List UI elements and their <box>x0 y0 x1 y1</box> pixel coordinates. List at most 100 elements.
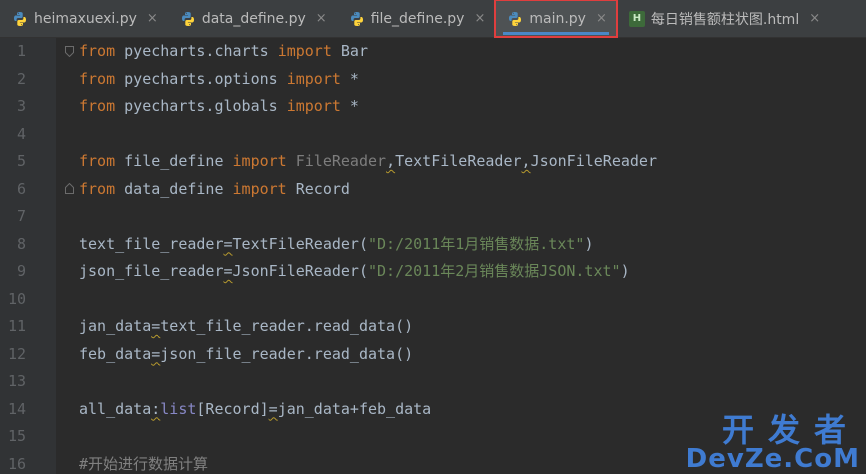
tab-label: file_define.py <box>370 10 465 27</box>
line-number: 5 <box>16 152 26 170</box>
code-line-6: from data_define import Record <box>79 176 350 204</box>
code-line-1: from pyecharts.charts import Bar <box>79 38 368 66</box>
python-file-icon <box>350 11 363 26</box>
expression: jan_data+feb_data <box>277 399 432 418</box>
line-number: 15 <box>7 427 26 445</box>
keyword: import <box>286 69 341 88</box>
close-icon[interactable]: × <box>809 11 820 26</box>
tab-main-active[interactable]: main.py × <box>494 0 618 38</box>
variable-name: feb_data <box>79 344 152 363</box>
tab-data-define[interactable]: data_define.py × <box>168 0 337 37</box>
line-number: 8 <box>16 234 26 253</box>
tab-label: heimaxuexi.py <box>34 10 137 27</box>
tab-label: data_define.py <box>201 10 306 27</box>
tab-file-define[interactable]: file_define.py × <box>337 0 496 37</box>
line-number: 13 <box>7 372 26 390</box>
tab-heimaxuexi[interactable]: heimaxuexi.py × <box>0 0 168 37</box>
paren: ) <box>584 234 594 253</box>
close-icon[interactable]: × <box>147 11 158 26</box>
fold-start-icon[interactable] <box>65 46 74 57</box>
line-number: 9 <box>16 262 26 280</box>
imported-name: * <box>340 69 359 88</box>
comma-warning: , <box>521 152 531 170</box>
line-number: 12 <box>7 344 26 363</box>
call-expression: TextFileReader( <box>232 234 368 253</box>
module-name: pyecharts.charts <box>115 42 278 60</box>
line-number: 14 <box>7 399 26 418</box>
line-number: 16 <box>7 454 26 473</box>
site-watermark: 开发者 DevZe.CoM <box>686 414 860 472</box>
line-number: 4 <box>16 124 26 143</box>
variable-name: text_file_reader <box>79 234 224 253</box>
python-file-icon <box>14 11 26 26</box>
imported-name: JsonFileReader <box>530 152 657 170</box>
close-icon[interactable]: × <box>474 11 485 26</box>
call-expression: json_file_reader.read_data() <box>160 344 414 363</box>
keyword: import <box>232 152 287 170</box>
builtin-type: list <box>160 399 197 418</box>
imported-name: Record <box>286 179 350 198</box>
code-line-8: text_file_reader=TextFileReader("D:/2011… <box>79 231 593 259</box>
keyword: from <box>79 179 116 198</box>
call-expression: JsonFileReader( <box>232 262 368 280</box>
code-line-12: feb_data=json_file_reader.read_data() <box>79 341 413 369</box>
code-line-16: #开始进行数据计算 <box>79 451 208 474</box>
assign-operator: = <box>151 317 161 335</box>
editor-tab-bar: heimaxuexi.py × data_define.py × file_de… <box>0 0 866 38</box>
call-expression: text_file_reader.read_data() <box>160 317 414 335</box>
tab-html-chart[interactable]: H 每日销售额柱状图.html × <box>617 0 830 37</box>
module-name: file_define <box>115 152 233 170</box>
assign-operator: = <box>268 399 278 418</box>
keyword: from <box>79 97 116 115</box>
comma-warning: , <box>386 152 396 170</box>
keyword: import <box>286 97 341 115</box>
code-line-3: from pyecharts.globals import * <box>79 93 359 121</box>
code-line-11: jan_data=text_file_reader.read_data() <box>79 313 413 341</box>
module-name: data_define <box>115 179 233 198</box>
active-tab-indicator <box>503 32 609 35</box>
keyword: import <box>277 42 332 60</box>
line-number: 6 <box>16 179 26 198</box>
watermark-bottom-text: DevZe.CoM <box>685 444 860 474</box>
watermark-top-text: 开发者 <box>721 411 860 449</box>
close-icon[interactable]: × <box>596 11 607 26</box>
tab-label: 每日销售额柱状图.html <box>650 11 800 28</box>
code-line-14: all_data:list[Record]=jan_data+feb_data <box>79 396 431 424</box>
code-line-5: from file_define import FileReader,TextF… <box>79 148 657 176</box>
unused-import: FileReader <box>286 152 387 170</box>
line-number: 1 <box>16 42 26 60</box>
line-number: 10 <box>7 289 26 308</box>
imported-name: TextFileReader <box>395 152 522 170</box>
code-editor[interactable]: 1 2 3 4 5 6 7 8 9 10 11 12 13 14 15 16 f… <box>0 38 866 474</box>
ide-window: heimaxuexi.py × data_define.py × file_de… <box>0 0 866 474</box>
assign-operator: = <box>151 344 161 363</box>
module-name: pyecharts.options <box>115 69 287 88</box>
python-file-icon <box>509 11 522 26</box>
keyword: from <box>79 69 116 88</box>
code-line-2: from pyecharts.options import * <box>79 66 359 94</box>
type-subscript: [Record] <box>196 399 269 418</box>
string-literal: "D:/2011年2月销售数据JSON.txt" <box>368 262 621 280</box>
fold-end-icon[interactable] <box>65 183 74 194</box>
line-number: 7 <box>16 207 26 225</box>
line-number: 11 <box>7 317 26 335</box>
python-file-icon <box>181 11 194 26</box>
variable-name: all_data <box>79 399 152 418</box>
imported-name: Bar <box>331 42 368 60</box>
line-number: 3 <box>16 97 26 115</box>
imported-name: * <box>340 97 359 115</box>
keyword: from <box>79 42 116 60</box>
assign-operator: = <box>223 234 233 253</box>
paren: ) <box>620 262 630 280</box>
close-icon[interactable]: × <box>316 11 327 26</box>
code-line-9: json_file_reader=JsonFileReader("D:/2011… <box>79 258 630 286</box>
comment: #开始进行数据计算 <box>79 454 209 473</box>
module-name: pyecharts.globals <box>115 97 287 115</box>
line-number-gutter: 1 2 3 4 5 6 7 8 9 10 11 12 13 14 15 16 <box>0 38 56 474</box>
line-number: 2 <box>16 69 26 88</box>
keyword: import <box>232 179 287 198</box>
keyword: from <box>79 152 116 170</box>
assign-operator: = <box>223 262 233 280</box>
tab-label: main.py <box>529 10 586 27</box>
string-literal: "D:/2011年1月销售数据.txt" <box>368 234 585 253</box>
